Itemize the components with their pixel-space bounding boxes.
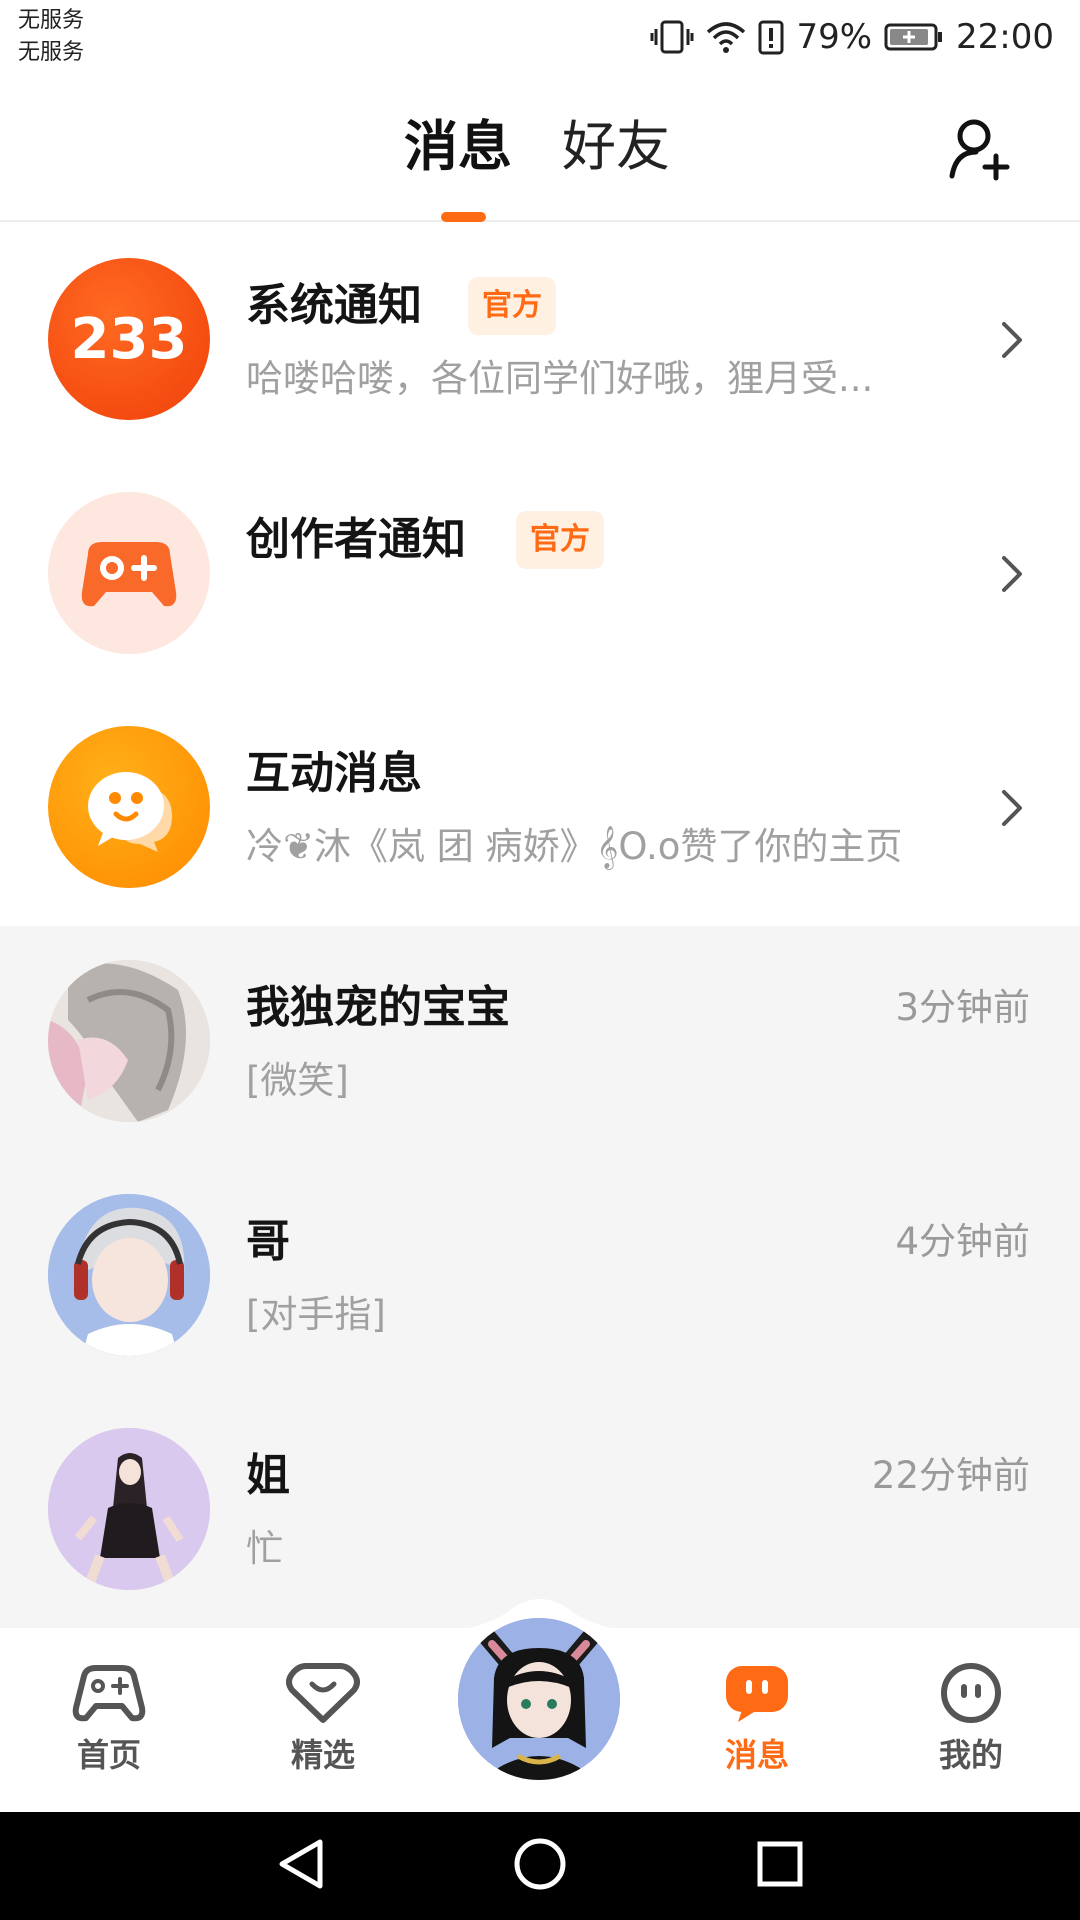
- avatar-image: [458, 1618, 620, 1780]
- row-title: 互动消息: [246, 748, 422, 799]
- interactions-logo: [48, 726, 210, 888]
- chat-bubble-icon: [88, 772, 172, 852]
- chat-row[interactable]: 哥 4分钟前 [对手指]: [0, 1160, 1080, 1394]
- svg-text:233: 233: [71, 307, 188, 372]
- profile-avatar-button[interactable]: [452, 1612, 626, 1786]
- carrier-label: 无服务: [18, 8, 85, 33]
- nav-mine-label: 我的: [938, 1736, 1003, 1774]
- row-preview: 冷❦沐《岚 团 病娇》𝄞O.o赞了你的主页: [246, 825, 903, 868]
- list-item-interactions[interactable]: 互动消息 冷❦沐《岚 团 病娇》𝄞O.o赞了你的主页: [0, 692, 1080, 926]
- avatar: [48, 1194, 210, 1356]
- official-badge: 官方: [468, 277, 556, 335]
- gamepad-icon: [81, 542, 177, 607]
- chat-preview: [对手指]: [246, 1293, 386, 1336]
- back-icon[interactable]: [276, 1836, 326, 1892]
- chat-time: 3分钟前: [895, 986, 1030, 1029]
- list-item-system-notice[interactable]: 233 系统通知 官方 哈喽哈喽，各位同学们好哦，狸月受...: [0, 224, 1080, 458]
- system-nav-bar: [0, 1812, 1080, 1920]
- list-item-creator-notice[interactable]: 创作者通知 官方: [0, 458, 1080, 692]
- avatar-image: [48, 1194, 210, 1356]
- message-icon: [726, 1666, 788, 1722]
- home-circle-icon[interactable]: [512, 1836, 568, 1892]
- chat-preview: [微笑]: [246, 1059, 349, 1102]
- avatar-image: [48, 960, 210, 1122]
- official-badge: 官方: [516, 511, 604, 569]
- nav-messages[interactable]: 消息: [702, 1662, 812, 1776]
- chat-name: 我独宠的宝宝: [246, 982, 510, 1033]
- chevron-right-icon: [1002, 556, 1022, 592]
- gamepad-icon: [72, 1665, 146, 1722]
- vibrate-icon: [650, 20, 694, 54]
- status-icons: 79% 22:00: [650, 14, 1054, 60]
- clock: 22:00: [956, 17, 1054, 57]
- nav-mine[interactable]: 我的: [916, 1662, 1026, 1776]
- logo-233-icon: 233: [71, 307, 188, 372]
- heart-icon: [286, 1663, 360, 1723]
- chat-time: 22分钟前: [871, 1454, 1030, 1497]
- nav-messages-label: 消息: [724, 1736, 789, 1774]
- recents-icon[interactable]: [754, 1836, 804, 1892]
- chat-preview: 忙: [246, 1527, 283, 1570]
- status-bar: 无服务 无服务 79% 22:00: [0, 0, 1080, 78]
- row-title: 创作者通知: [246, 514, 466, 565]
- battery-percent: 79%: [796, 17, 873, 57]
- chat-time: 4分钟前: [895, 1220, 1030, 1263]
- nav-home[interactable]: 首页: [54, 1662, 164, 1776]
- row-title: 系统通知: [246, 280, 422, 331]
- carrier-label: 无服务: [18, 40, 85, 65]
- active-tab-indicator: [441, 212, 486, 222]
- avatar: [48, 1428, 210, 1590]
- system-notice-logo: 233: [48, 258, 210, 420]
- tab-friends[interactable]: 好友: [562, 112, 670, 182]
- battery-alert-icon: [758, 20, 784, 55]
- avatar: [48, 960, 210, 1122]
- battery-icon: [884, 23, 943, 51]
- tab-messages[interactable]: 消息: [404, 112, 512, 182]
- creator-notice-logo: [48, 492, 210, 654]
- chevron-right-icon: [1002, 322, 1022, 358]
- nav-home-label: 首页: [76, 1736, 141, 1774]
- chat-name: 姐: [246, 1450, 290, 1501]
- row-preview: 哈喽哈喽，各位同学们好哦，狸月受...: [246, 357, 874, 400]
- chat-row[interactable]: 我独宠的宝宝 3分钟前 [微笑]: [0, 926, 1080, 1160]
- nav-featured-label: 精选: [290, 1736, 355, 1774]
- avatar-image: [48, 1428, 210, 1590]
- chat-name: 哥: [246, 1216, 290, 1267]
- wifi-icon: [707, 22, 746, 53]
- chevron-right-icon: [1002, 790, 1022, 826]
- add-friend-icon[interactable]: [948, 116, 1014, 182]
- top-header: 消息 好友: [0, 78, 1080, 222]
- nav-featured[interactable]: 精选: [268, 1662, 378, 1776]
- face-icon: [941, 1663, 1001, 1723]
